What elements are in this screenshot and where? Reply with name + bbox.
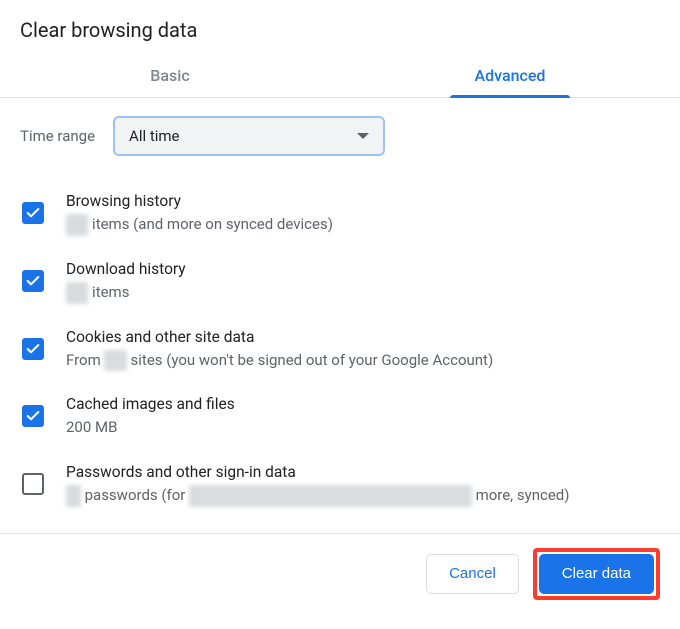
option-passwords: Passwords and other sign-in data xx pass… <box>20 451 660 519</box>
check-icon <box>25 408 41 424</box>
highlight-annotation: Clear data <box>533 548 660 600</box>
option-title: Cached images and files <box>66 395 660 413</box>
option-desc: xx passwords (for xxxxxxxxxxxxxxxxxxxxxx… <box>66 485 660 507</box>
option-browsing-history: Browsing history xxx items (and more on … <box>20 180 660 248</box>
option-cache: Cached images and files 200 MB <box>20 383 660 451</box>
option-text: Cached images and files 200 MB <box>66 393 660 439</box>
dialog-footer: Cancel Clear data <box>0 534 680 616</box>
check-icon <box>25 205 41 221</box>
checkbox-cookies[interactable] <box>22 338 44 360</box>
checkbox-browsing-history[interactable] <box>22 202 44 224</box>
cancel-button[interactable]: Cancel <box>426 554 519 594</box>
option-text: Passwords and other sign-in data xx pass… <box>66 461 660 507</box>
option-title: Cookies and other site data <box>66 328 660 346</box>
option-desc: 200 MB <box>66 417 660 439</box>
time-range-label: Time range <box>20 127 95 145</box>
option-desc: From xxx sites (you won't be signed out … <box>66 350 660 372</box>
option-title: Browsing history <box>66 192 660 210</box>
option-download-history: Download history xxx items <box>20 248 660 316</box>
chevron-down-icon <box>357 133 369 139</box>
option-title: Download history <box>66 260 660 278</box>
redacted-count: xxx <box>66 214 88 236</box>
redacted-text: xxxxxxxxxxxxxxxxxxxxxxxxxxxxxxxxxxxxxx <box>189 485 472 507</box>
dialog-title: Clear browsing data <box>0 0 680 52</box>
tab-bar: Basic Advanced <box>0 52 680 98</box>
checkbox-cache[interactable] <box>22 405 44 427</box>
checkbox-passwords[interactable] <box>22 473 44 495</box>
clear-browsing-dialog: Clear browsing data Basic Advanced Time … <box>0 0 680 616</box>
option-desc: xxx items <box>66 282 660 304</box>
check-icon <box>25 273 41 289</box>
checkbox-download-history[interactable] <box>22 270 44 292</box>
option-text: Download history xxx items <box>66 258 660 304</box>
time-range-select[interactable]: All time <box>113 116 385 156</box>
check-icon <box>25 341 41 357</box>
redacted-count: xxx <box>104 350 126 372</box>
redacted-count: xx <box>66 485 81 507</box>
tab-advanced[interactable]: Advanced <box>340 52 680 97</box>
option-title: Passwords and other sign-in data <box>66 463 660 481</box>
option-text: Browsing history xxx items (and more on … <box>66 190 660 236</box>
clear-data-button[interactable]: Clear data <box>539 554 654 594</box>
tab-basic[interactable]: Basic <box>0 52 340 97</box>
redacted-count: xxx <box>66 282 88 304</box>
dialog-body: Time range All time Browsing history xxx… <box>0 98 680 527</box>
time-range-row: Time range All time <box>20 116 660 156</box>
option-cookies: Cookies and other site data From xxx sit… <box>20 316 660 384</box>
option-desc: xxx items (and more on synced devices) <box>66 214 660 236</box>
option-text: Cookies and other site data From xxx sit… <box>66 326 660 372</box>
time-range-value: All time <box>129 127 179 145</box>
